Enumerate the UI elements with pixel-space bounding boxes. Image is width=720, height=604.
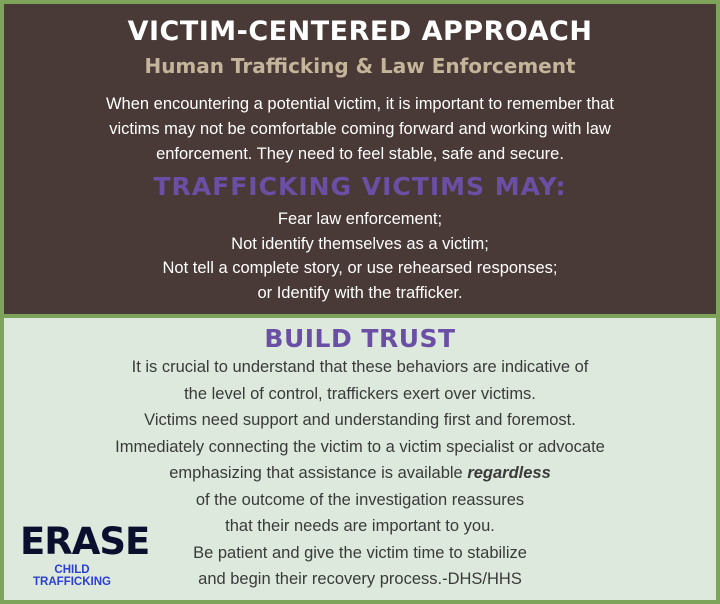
intro-line: When encountering a potential victim, it…	[105, 95, 615, 113]
top-panel: VICTIM-CENTERED APPROACH Human Trafficki…	[4, 4, 716, 314]
body-text: emphasizing that assistance is available	[169, 464, 468, 482]
logo-tagline: CHILD TRAFFICKING	[33, 564, 111, 588]
regardless-emphasis: regardless	[467, 464, 551, 482]
logo-word: ERASE	[20, 520, 150, 563]
list-item: Not identify themselves as a victim;	[231, 234, 489, 253]
body-line: It is crucial to understand that these b…	[131, 358, 589, 376]
list-item: or Identify with the trafficker.	[257, 283, 463, 302]
body-line: of the outcome of the investigation reas…	[195, 490, 525, 509]
intro-line: victims may not be comfortable coming fo…	[109, 120, 611, 138]
erase-logo: ERASE CHILD TRAFFICKING	[20, 520, 150, 589]
body-line: Victims need support and understanding f…	[144, 411, 576, 429]
build-trust-heading: BUILD TRUST	[264, 324, 456, 353]
list-item: Not tell a complete story, or use rehear…	[162, 259, 558, 277]
body-line: the level of control, traffickers exert …	[184, 384, 536, 403]
poster-title: VICTIM-CENTERED APPROACH	[127, 16, 593, 47]
intro-paragraph: When encountering a potential victim, it…	[64, 92, 656, 167]
poster-frame: VICTIM-CENTERED APPROACH Human Trafficki…	[0, 0, 720, 604]
body-line: Immediately connecting the victim to a v…	[115, 437, 605, 456]
victims-may-heading: TRAFFICKING VICTIMS MAY:	[153, 172, 567, 201]
body-line: emphasizing that assistance is available…	[4, 460, 716, 487]
victims-may-list: Fear law enforcement; Not identify thems…	[4, 207, 716, 305]
poster-subtitle: Human Trafficking & Law Enforcement	[144, 54, 576, 78]
list-item: Fear law enforcement;	[277, 210, 443, 228]
intro-line: enforcement. They need to feel stable, s…	[156, 145, 564, 163]
